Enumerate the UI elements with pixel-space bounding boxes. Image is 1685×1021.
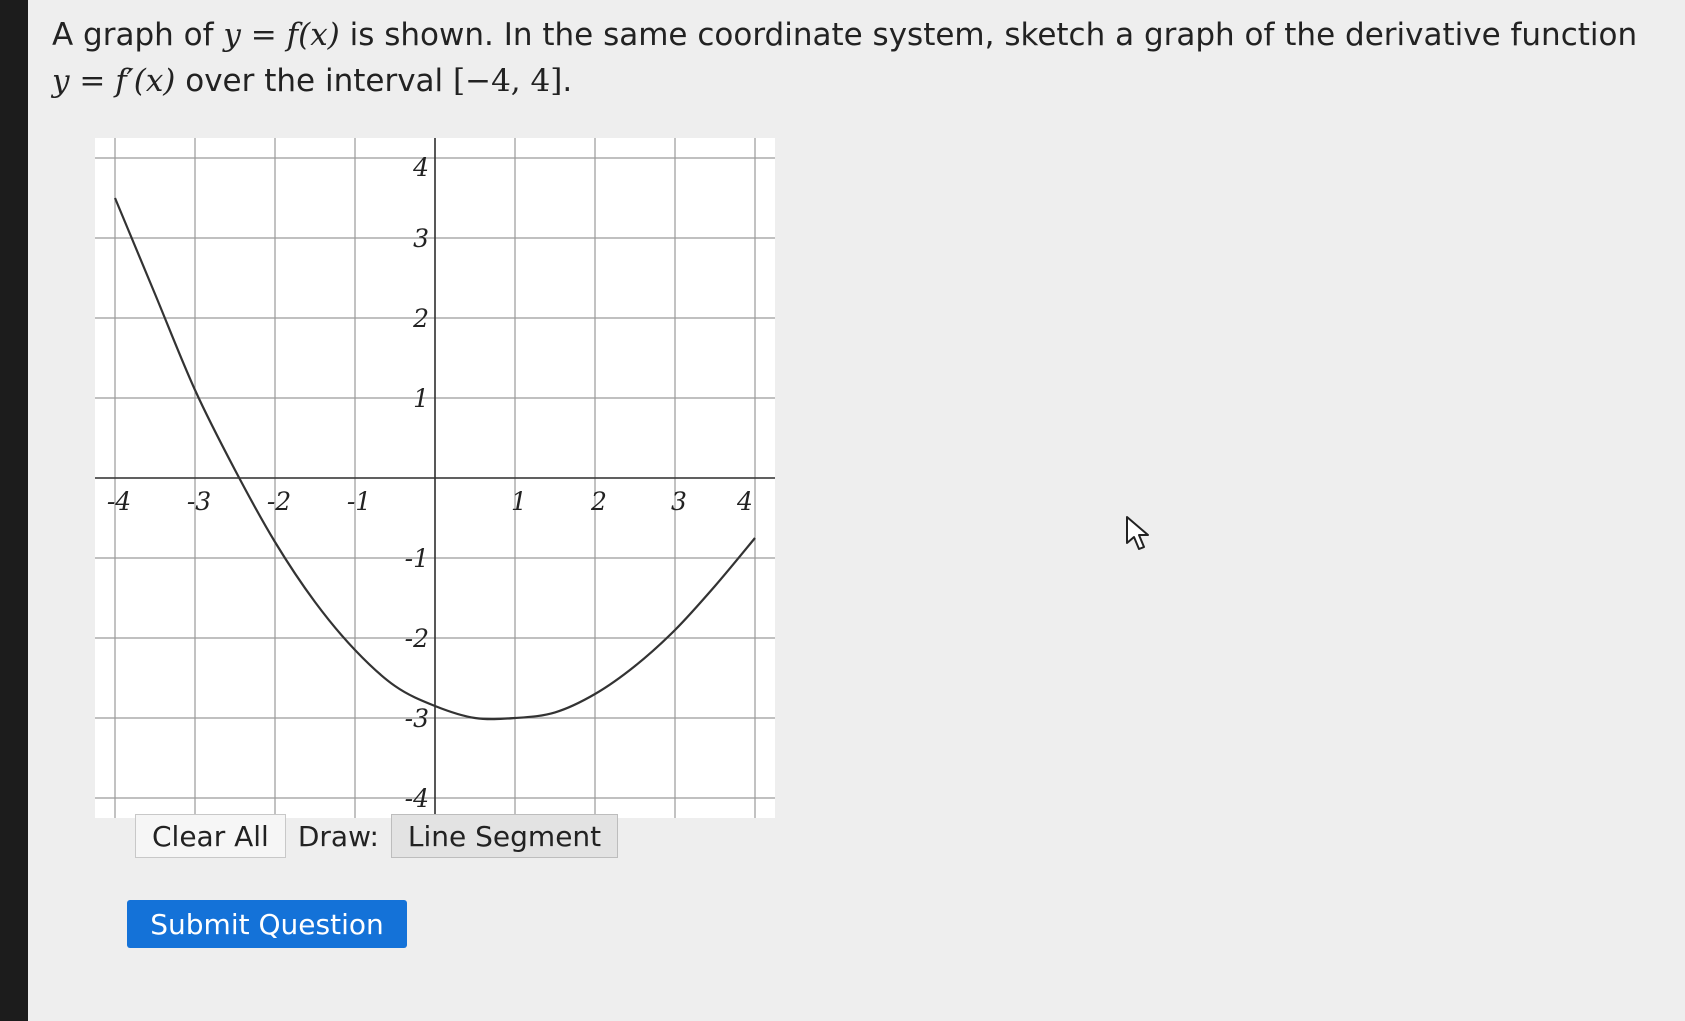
math-y: y <box>223 17 241 53</box>
y-tick-label: 2 <box>412 304 429 333</box>
y-tick-label: -3 <box>405 704 429 733</box>
question-text-part: . <box>562 63 573 99</box>
x-tick-label: -1 <box>347 487 371 516</box>
question-text: A graph of y = f(x) is shown. In the sam… <box>52 12 1642 104</box>
x-tick-label: -4 <box>107 487 131 516</box>
math-x-arg: (x) <box>133 63 176 99</box>
question-text-part: A graph of <box>52 17 224 53</box>
math-interval: [−4, 4] <box>453 63 563 99</box>
y-tick-label: 4 <box>412 153 429 182</box>
mouse-pointer-icon <box>1126 516 1149 550</box>
y-tick-label: 1 <box>413 384 429 413</box>
y-tick-label: -4 <box>405 784 429 813</box>
math-equals: = <box>69 63 116 99</box>
graph-canvas[interactable]: -4 -3 -2 -1 1 2 3 4 4 3 2 1 -1 -2 -3 -4 <box>95 138 775 818</box>
math-equals: = <box>240 17 287 53</box>
line-segment-button[interactable]: Line Segment <box>390 814 619 858</box>
x-tick-label: -3 <box>187 487 211 516</box>
math-y: y <box>52 63 70 99</box>
clear-all-button[interactable]: Clear All <box>135 814 286 858</box>
x-tick-label: 2 <box>590 487 607 516</box>
y-tick-label: 3 <box>413 224 429 253</box>
math-f-prime: f′ <box>115 63 134 99</box>
y-tick-label: -1 <box>405 544 429 573</box>
y-tick-label: -2 <box>405 624 429 653</box>
question-text-part: over the interval <box>175 63 453 99</box>
submit-question-button[interactable]: Submit Question <box>127 900 407 948</box>
x-tick-label: 4 <box>736 487 753 516</box>
question-text-part: is shown. In the same coordinate system,… <box>339 17 1638 53</box>
math-x-arg: (x) <box>298 17 340 53</box>
math-f: f <box>286 17 299 53</box>
draw-toolbar: Clear All Draw: Line Segment <box>135 812 619 860</box>
draw-label: Draw: <box>297 819 379 853</box>
x-tick-label: 3 <box>671 487 687 516</box>
x-tick-label: 1 <box>511 487 527 516</box>
screen-left-bezel <box>0 0 28 1021</box>
x-tick-label: -2 <box>267 487 291 516</box>
